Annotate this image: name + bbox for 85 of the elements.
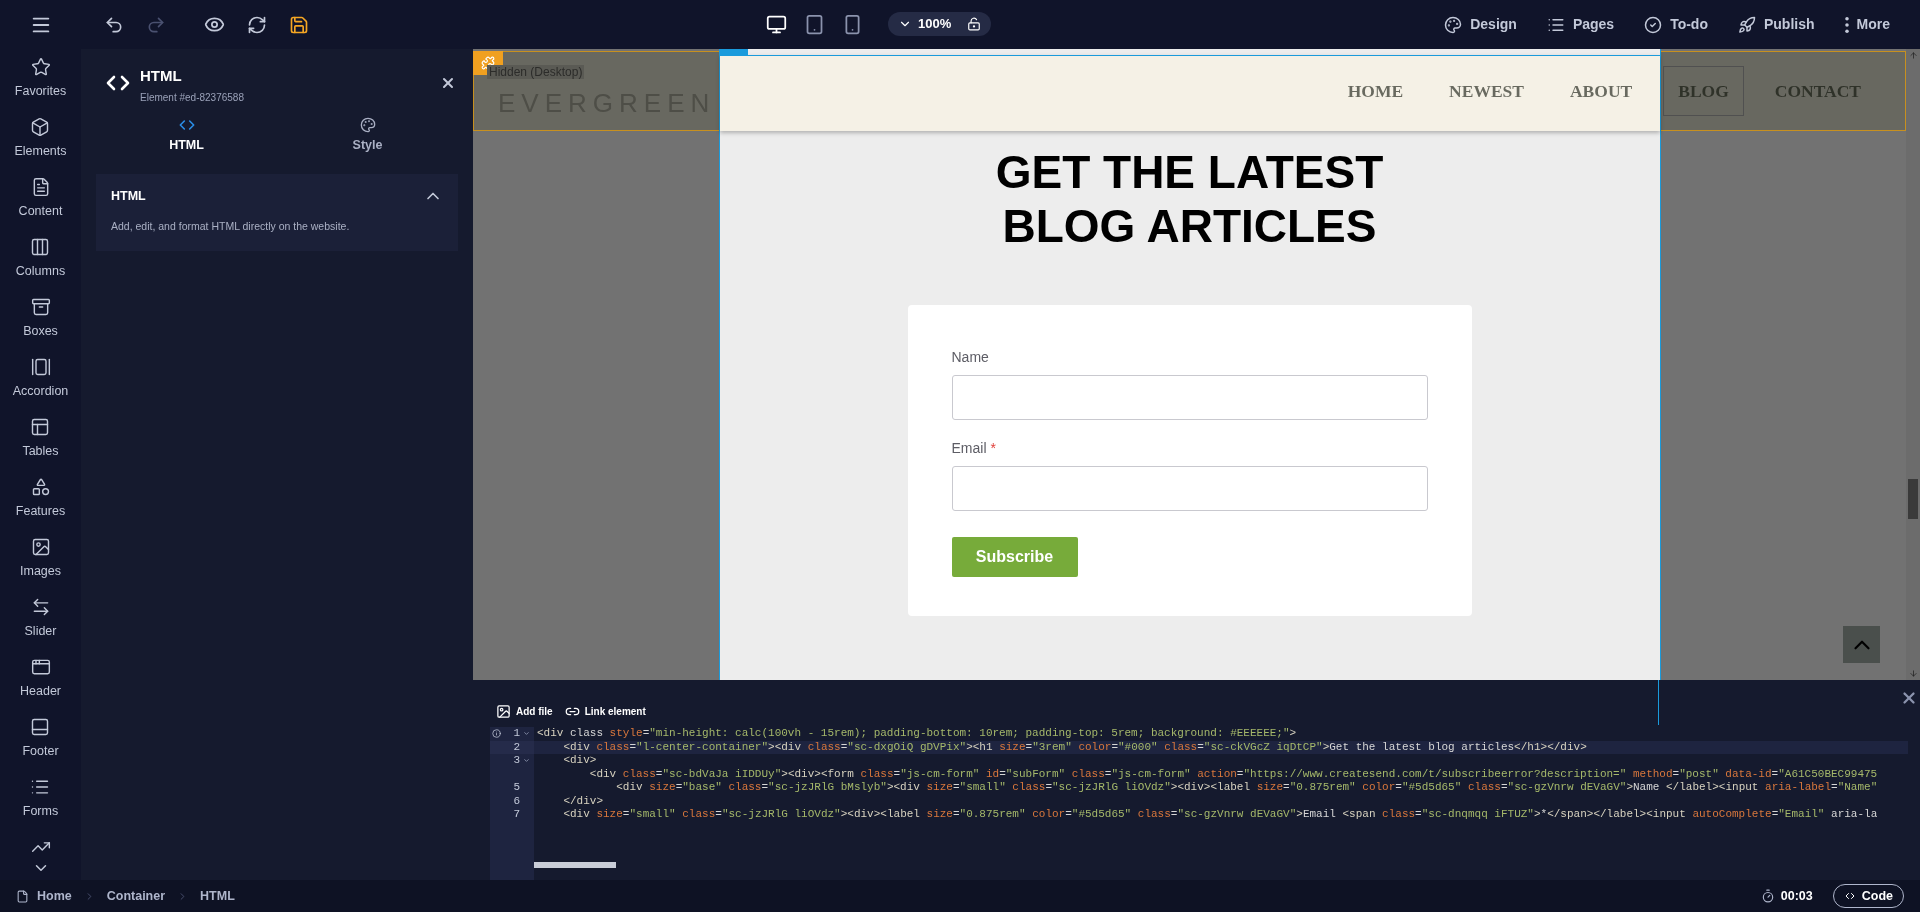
page-heading: GET THE LATEST BLOG ARTICLES	[995, 145, 1384, 253]
scroll-up-icon[interactable]	[1908, 51, 1918, 60]
code-line[interactable]: <div class="sc-bdVaJa iIDDUy"><div><form class="js-cm-form" id="subForm" class="js-cm-form" action="https://www.createsend.com/t/subscribeerror?description=" method="post" data-id="A61C50BEC99475	[534, 767, 1908, 781]
sidebar-item[interactable]: Images	[20, 537, 61, 597]
horizontal-scrollbar-thumb[interactable]	[534, 862, 616, 868]
sidebar-item[interactable]: Accordion	[12, 357, 69, 417]
timer: 00:03	[1780, 887, 1813, 905]
section-title: HTML	[111, 187, 146, 205]
header-icon	[30, 657, 51, 677]
line-number: 2	[513, 740, 520, 754]
line-number: 5	[513, 781, 520, 795]
code-line[interactable]: <div>	[534, 754, 1908, 768]
star-icon	[30, 57, 51, 77]
field-label: Name	[951, 348, 990, 367]
panel-tab[interactable]: HTML	[96, 116, 277, 155]
breadcrumb-link[interactable]: HTML	[200, 886, 235, 906]
shapes-icon	[30, 477, 51, 497]
line-number: 7	[513, 808, 520, 822]
archive-icon	[30, 297, 51, 317]
element-id: Element #ed-82376588	[140, 90, 244, 105]
sidebar-item[interactable]: Columns	[15, 237, 66, 297]
table-icon	[30, 417, 51, 437]
editor-tool-button[interactable]: Link element	[564, 703, 646, 719]
breadcrumb-link[interactable]: Home	[37, 886, 72, 906]
nav-link[interactable]: ABOUT	[1554, 66, 1648, 116]
code-line[interactable]: <div size="base" class="sc-jzJRlG bMslyb"><div size="small" class="sc-jzJRlG liOVdz"><div><label size="0.875rem" color="#5d5d65" class="sc-gzVnrw dEVaGV">Name </label><input aria-label="Name"	[534, 781, 1908, 795]
image-icon	[496, 703, 511, 719]
image-icon	[30, 537, 51, 557]
footer-icon	[30, 717, 51, 737]
sidebar-item[interactable]: Elements	[14, 117, 67, 177]
field-label: Email *	[951, 439, 997, 458]
toolbar-action-button[interactable]: Design	[1444, 14, 1517, 35]
publish-icon	[1738, 15, 1756, 34]
undo-icon[interactable]	[104, 14, 124, 35]
save-icon[interactable]	[289, 14, 309, 35]
cube-icon	[30, 117, 51, 137]
todo-icon	[1644, 15, 1663, 34]
columns-icon	[30, 237, 51, 257]
code-line[interactable]: <div size="small" class="sc-jzJRlG liOVdz"><div><label size="0.875rem" color="#5d5d65" class="sc-gzVnrw dEVaGV">Email <span class="sc-dnqmqq iFTUZ">*</span></label><input autoComplete="Email" aria-la	[534, 808, 1908, 822]
section-description: Add, edit, and format HTML directly on the website.	[111, 219, 351, 235]
toolbar-action-button[interactable]: More	[1844, 14, 1890, 35]
panel-title: HTML	[140, 66, 183, 86]
sidebar-item[interactable]: Tables	[22, 417, 59, 477]
code-line[interactable]: <div class style="min-height: calc(100vh - 15rem); padding-bottom: 10rem; padding-top: 5rem; background: #EEEEEE;">	[534, 727, 1908, 741]
tablet-view-icon[interactable]	[804, 13, 825, 35]
code-icon	[1843, 890, 1856, 902]
scrollbar-thumb[interactable]	[1908, 479, 1918, 519]
refresh-icon[interactable]	[247, 14, 267, 35]
palette-icon	[359, 116, 376, 133]
accordion-icon	[30, 357, 51, 377]
line-number: 1	[513, 727, 520, 741]
sidebar-item[interactable]: Boxes	[23, 297, 58, 357]
info-icon	[492, 729, 501, 739]
page-icon	[16, 889, 29, 903]
timer-icon	[1760, 889, 1775, 903]
sidebar-item[interactable]: Footer	[22, 717, 59, 777]
toolbar-action-button[interactable]: Pages	[1546, 14, 1615, 35]
breadcrumb-link[interactable]: Container	[106, 886, 166, 906]
text-input[interactable]	[951, 375, 1428, 420]
nav-link[interactable]: HOME	[1332, 66, 1419, 116]
line-number: 6	[513, 794, 520, 808]
close-icon[interactable]	[440, 75, 456, 91]
line-number: 3	[513, 754, 520, 768]
sidebar-item[interactable]: Forms	[22, 777, 59, 837]
sidebar-item[interactable]: Features	[15, 477, 66, 537]
sidebar-item[interactable]: Favorites	[14, 57, 67, 117]
sidebar-item[interactable]: Slider	[24, 597, 57, 657]
phone-view-icon[interactable]	[842, 13, 863, 35]
list-icon	[30, 777, 51, 797]
zoom-dropdown[interactable]: 100%	[888, 12, 992, 36]
toolbar-action-button[interactable]: To-do	[1644, 14, 1708, 35]
design-icon	[1444, 15, 1463, 34]
sidebar-item[interactable]: Content	[18, 177, 63, 237]
lock-icon	[967, 17, 982, 31]
desktop-view-icon[interactable]	[766, 13, 787, 35]
editor-tool-button[interactable]: Add file	[496, 703, 553, 719]
panel-tab[interactable]: Style	[277, 116, 458, 155]
toolbar-action-button[interactable]: Publish	[1738, 14, 1815, 35]
scroll-down-icon[interactable]	[1908, 669, 1918, 678]
text-input[interactable]	[951, 466, 1428, 511]
nav-link[interactable]: NEWEST	[1434, 66, 1539, 116]
sidebar-item[interactable]: Header	[20, 657, 61, 717]
code-line[interactable]: </div>	[534, 794, 1908, 808]
close-icon[interactable]	[1900, 689, 1918, 707]
more-icon	[1844, 16, 1849, 33]
